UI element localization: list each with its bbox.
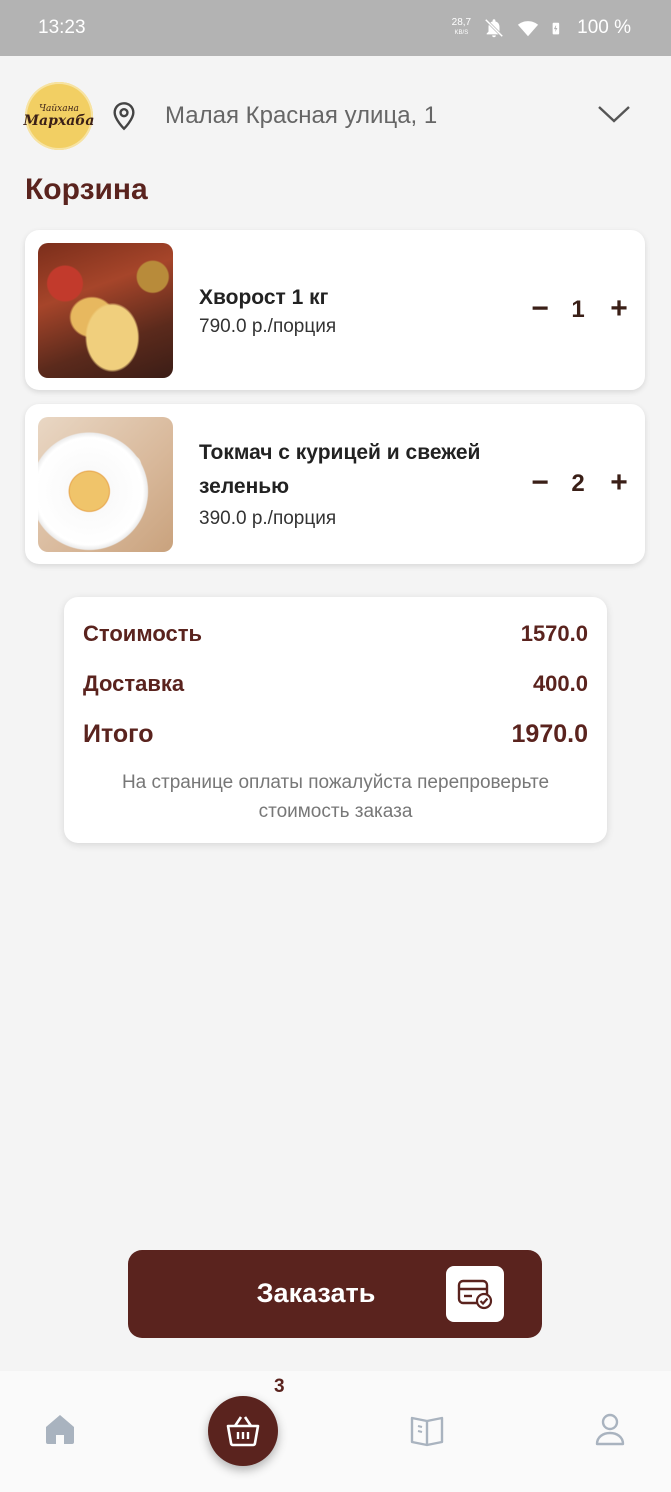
basket-button[interactable] bbox=[208, 1396, 278, 1466]
increase-quantity-button[interactable]: + bbox=[605, 466, 633, 499]
menu-book-icon[interactable] bbox=[409, 1411, 445, 1447]
order-button[interactable]: Заказать bbox=[128, 1250, 542, 1338]
cart-count-badge: 3 bbox=[274, 1376, 285, 1397]
delivery-address[interactable]: Малая Красная улица, 1 bbox=[165, 102, 437, 130]
bell-off-icon bbox=[484, 18, 504, 38]
cart-item: Хворост 1 кг 790.0 р./порция − 1 + bbox=[25, 230, 645, 390]
increase-quantity-button[interactable]: + bbox=[605, 292, 633, 325]
delivery-label: Доставка bbox=[83, 671, 185, 696]
delivery-row: Доставка 400.0 bbox=[83, 671, 588, 697]
status-icons: 28,7 KB/S 100 % bbox=[452, 17, 631, 39]
basket-icon bbox=[226, 1416, 260, 1447]
quantity-value: 2 bbox=[571, 470, 585, 497]
order-summary: Стоимость 1570.0 Доставка 400.0 Итого 19… bbox=[64, 597, 607, 843]
price-check-note: На странице оплаты пожалуйста перепровер… bbox=[121, 772, 550, 822]
cart-item: Токмач с курицей и свежей зеленью 390.0 … bbox=[25, 404, 645, 564]
total-label: Итого bbox=[83, 720, 154, 748]
quantity-value: 1 bbox=[571, 296, 585, 323]
network-speed: 28,7 KB/S bbox=[451, 17, 472, 37]
cost-row: Стоимость 1570.0 bbox=[83, 621, 588, 647]
item-price: 390.0 р./порция bbox=[199, 508, 337, 529]
profile-icon[interactable] bbox=[592, 1411, 628, 1447]
status-time: 13:23 bbox=[38, 17, 86, 38]
decrease-quantity-button[interactable]: − bbox=[526, 466, 554, 499]
bottom-navigation: 3 bbox=[0, 1371, 671, 1492]
chevron-down-icon[interactable] bbox=[596, 102, 632, 126]
battery-percent: 100 % bbox=[577, 17, 631, 38]
page-title: Корзина bbox=[25, 173, 148, 206]
wifi-icon bbox=[518, 21, 539, 37]
restaurant-logo[interactable]: Чайхана Мархаба bbox=[24, 82, 94, 150]
battery-icon bbox=[552, 22, 560, 35]
item-name: Хворост 1 кг bbox=[199, 286, 329, 309]
status-bar: 13:23 28,7 KB/S 100 % bbox=[0, 0, 671, 56]
item-name: Токмач с курицей и свежей зеленью bbox=[199, 441, 481, 498]
decrease-quantity-button[interactable]: − bbox=[526, 292, 554, 325]
total-value: 1970.0 bbox=[511, 720, 588, 748]
item-price: 790.0 р./порция bbox=[199, 316, 337, 337]
home-icon[interactable] bbox=[42, 1411, 78, 1447]
total-row: Итого 1970.0 bbox=[83, 720, 588, 749]
tokmach-photo bbox=[38, 417, 173, 552]
header: Чайхана Мархаба Малая Красная улица, 1 bbox=[0, 56, 671, 176]
location-pin-icon bbox=[113, 102, 135, 131]
cost-label: Стоимость bbox=[83, 621, 203, 646]
card-check-icon bbox=[446, 1266, 504, 1322]
cost-value: 1570.0 bbox=[520, 621, 588, 646]
delivery-value: 400.0 bbox=[532, 671, 588, 696]
khvorost-photo bbox=[38, 243, 173, 378]
